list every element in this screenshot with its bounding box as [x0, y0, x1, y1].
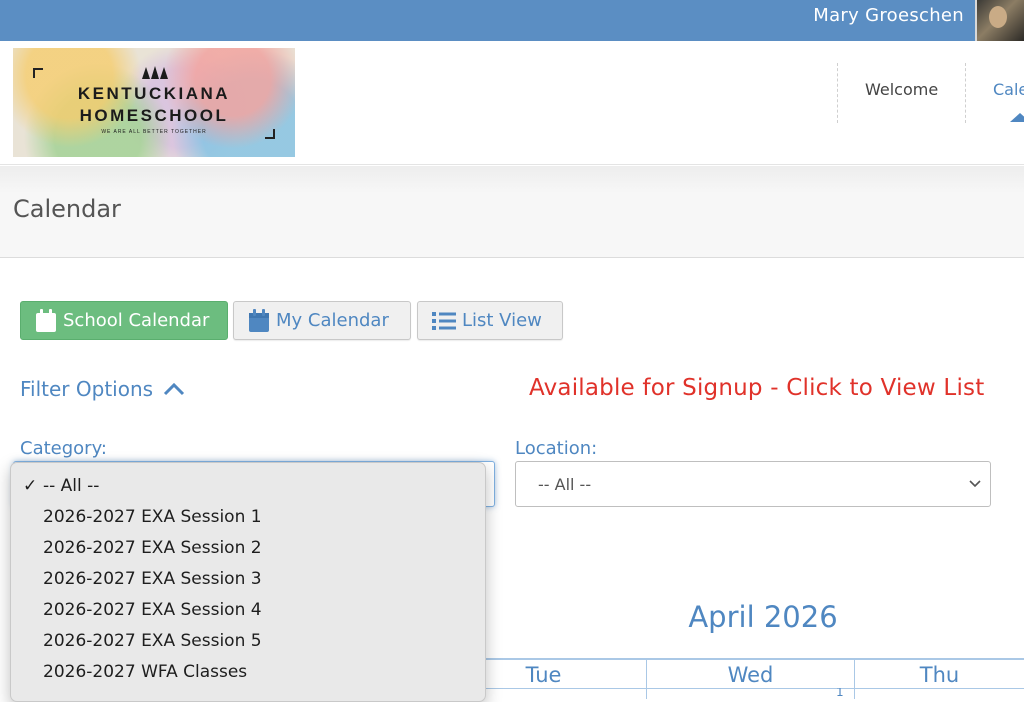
dropdown-option[interactable]: 2026-2027 EXA Session 5: [43, 631, 262, 651]
user-name[interactable]: Mary Groeschen: [813, 5, 964, 26]
location-select[interactable]: -- All --: [515, 461, 991, 507]
checkmark-icon: ✓: [23, 476, 38, 496]
avatar-face: [989, 6, 1007, 28]
logo-text-line1: KENTUCKIANA: [77, 84, 231, 103]
nav-item-welcome[interactable]: Welcome: [865, 80, 938, 99]
my-calendar-label: My Calendar: [276, 310, 389, 331]
logo-text-line2: HOMESCHOOL: [79, 106, 229, 125]
page-title: Calendar: [13, 195, 121, 223]
category-dropdown-menu: ✓ -- All -- 2026-2027 EXA Session 1 2026…: [10, 462, 486, 702]
list-icon: [432, 311, 456, 330]
calendar-date-number[interactable]: 1: [836, 688, 844, 697]
month-title: April 2026: [688, 600, 838, 634]
nav-divider: [965, 63, 966, 123]
day-header-label: Wed: [727, 663, 774, 687]
chevron-down-icon: [969, 480, 981, 488]
filter-options-toggle[interactable]: Filter Options: [20, 377, 185, 401]
school-calendar-button[interactable]: School Calendar: [20, 301, 228, 340]
dropdown-option[interactable]: 2026-2027 EXA Session 3: [43, 569, 262, 589]
filter-options-label: Filter Options: [20, 377, 154, 401]
nav-divider: [837, 63, 838, 123]
dropdown-option[interactable]: 2026-2027 EXA Session 1: [43, 507, 262, 527]
list-view-label: List View: [462, 310, 542, 331]
active-nav-caret: [1010, 113, 1024, 122]
school-calendar-label: School Calendar: [63, 310, 210, 331]
day-header-label: Thu: [919, 663, 960, 687]
nav-item-calendar[interactable]: Cale: [993, 80, 1024, 99]
dropdown-option[interactable]: 2026-2027 EXA Session 2: [43, 538, 262, 558]
dropdown-option[interactable]: 2026-2027 WFA Classes: [43, 662, 247, 682]
calendar-row-divider: [440, 688, 1024, 689]
calendar-icon: [36, 308, 56, 332]
avatar[interactable]: [975, 0, 1024, 41]
category-label: Category:: [20, 438, 107, 459]
location-select-value: -- All --: [538, 475, 592, 494]
dropdown-option[interactable]: -- All --: [43, 476, 99, 496]
my-calendar-button[interactable]: My Calendar: [233, 301, 411, 340]
available-signup-link[interactable]: Available for Signup - Click to View Lis…: [529, 375, 984, 401]
dropdown-option[interactable]: 2026-2027 EXA Session 4: [43, 600, 262, 620]
trees-icon: [142, 66, 168, 79]
logo-corner-mark: [33, 68, 43, 78]
logo-tagline: WE ARE ALL BETTER TOGETHER: [101, 129, 207, 135]
site-header: KENTUCKIANA HOMESCHOOL WE ARE ALL BETTER…: [0, 41, 1024, 165]
calendar-icon: [249, 308, 269, 332]
calendar-header-row: Tue Wed Thu: [440, 658, 1024, 699]
day-header-thu: Thu: [854, 660, 1024, 699]
day-header-wed: Wed: [646, 660, 854, 699]
page-title-band: Calendar: [0, 166, 1024, 258]
location-label: Location:: [515, 438, 598, 459]
site-logo[interactable]: KENTUCKIANA HOMESCHOOL WE ARE ALL BETTER…: [13, 48, 295, 157]
chevron-up-icon: [164, 382, 185, 396]
list-view-button[interactable]: List View: [417, 301, 563, 340]
top-bar: Mary Groeschen: [0, 0, 1024, 41]
